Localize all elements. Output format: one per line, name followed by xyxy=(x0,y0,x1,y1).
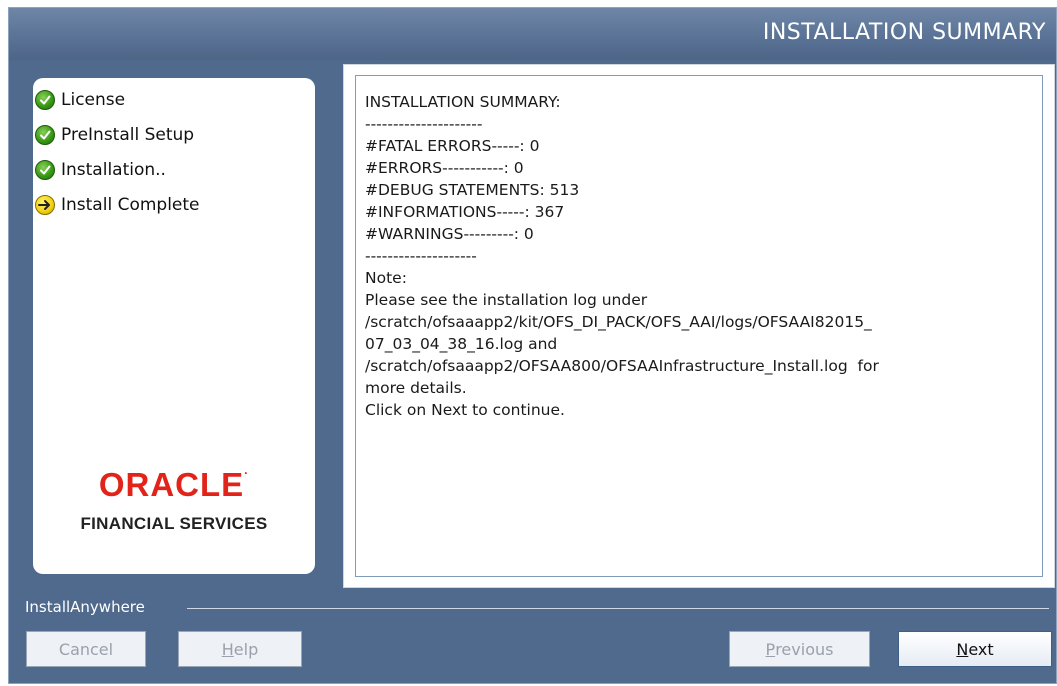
step-label: PreInstall Setup xyxy=(61,125,195,145)
summary-line: #FATAL ERRORS-----: 0 xyxy=(365,137,540,155)
summary-text: INSTALLATION SUMMARY: ------------------… xyxy=(365,91,1035,421)
page-title: INSTALLATION SUMMARY xyxy=(762,20,1046,45)
step-installation: Installation.. xyxy=(35,160,200,195)
next-label-rest: ext xyxy=(968,639,994,659)
summary-line: --------------------- xyxy=(365,115,483,133)
next-button[interactable]: Next xyxy=(898,631,1052,667)
previous-label-rest: revious xyxy=(775,639,834,659)
summary-line: /scratch/ofsaaapp2/kit/OFS_DI_PACK/OFS_A… xyxy=(365,313,872,331)
summary-text-area[interactable]: INSTALLATION SUMMARY: ------------------… xyxy=(355,75,1043,577)
financial-services-label: FINANCIAL SERVICES xyxy=(80,514,268,533)
check-icon xyxy=(35,160,55,180)
next-mnemonic: N xyxy=(956,639,969,659)
cancel-button[interactable]: Cancel xyxy=(26,631,146,667)
arrow-right-icon xyxy=(35,195,55,215)
step-label: License xyxy=(61,90,126,110)
summary-line: #WARNINGS---------: 0 xyxy=(365,225,534,243)
summary-line: #ERRORS-----------: 0 xyxy=(365,159,524,177)
check-icon xyxy=(35,90,55,110)
header-bar: INSTALLATION SUMMARY xyxy=(9,8,1056,60)
summary-line: more details. xyxy=(365,379,467,397)
installer-window: INSTALLATION SUMMARY License PreInstall … xyxy=(8,7,1057,684)
help-button[interactable]: Help xyxy=(178,631,302,667)
summary-line: Please see the installation log under xyxy=(365,291,648,309)
oracle-logo: ORACLE· xyxy=(98,466,250,503)
step-label: Installation.. xyxy=(61,160,166,180)
summary-line: /scratch/ofsaaapp2/OFSAA800/OFSAAInfrast… xyxy=(365,357,879,375)
step-preinstall-setup: PreInstall Setup xyxy=(35,125,200,160)
summary-line: Note: xyxy=(365,269,407,287)
previous-mnemonic: P xyxy=(765,639,776,659)
step-license: License xyxy=(35,90,200,125)
summary-line: Click on Next to continue. xyxy=(365,401,565,419)
installer-branding: InstallAnywhere xyxy=(9,598,1056,620)
summary-line: 07_03_04_38_16.log and xyxy=(365,335,558,353)
installanywhere-label: InstallAnywhere xyxy=(25,598,145,616)
summary-line: INSTALLATION SUMMARY: xyxy=(365,93,561,111)
check-icon xyxy=(35,125,55,145)
steps-list: License PreInstall Setup Installation.. … xyxy=(35,90,200,230)
steps-panel: License PreInstall Setup Installation.. … xyxy=(33,78,315,574)
help-mnemonic: H xyxy=(221,639,234,659)
step-install-complete: Install Complete xyxy=(35,195,200,230)
help-label-rest: elp xyxy=(233,639,259,659)
divider xyxy=(187,608,1049,609)
summary-line: -------------------- xyxy=(365,247,477,265)
summary-line: #DEBUG STATEMENTS: 513 xyxy=(365,181,580,199)
summary-line: #INFORMATIONS-----: 367 xyxy=(365,203,565,221)
previous-button[interactable]: Previous xyxy=(729,631,870,667)
step-label: Install Complete xyxy=(61,195,200,215)
